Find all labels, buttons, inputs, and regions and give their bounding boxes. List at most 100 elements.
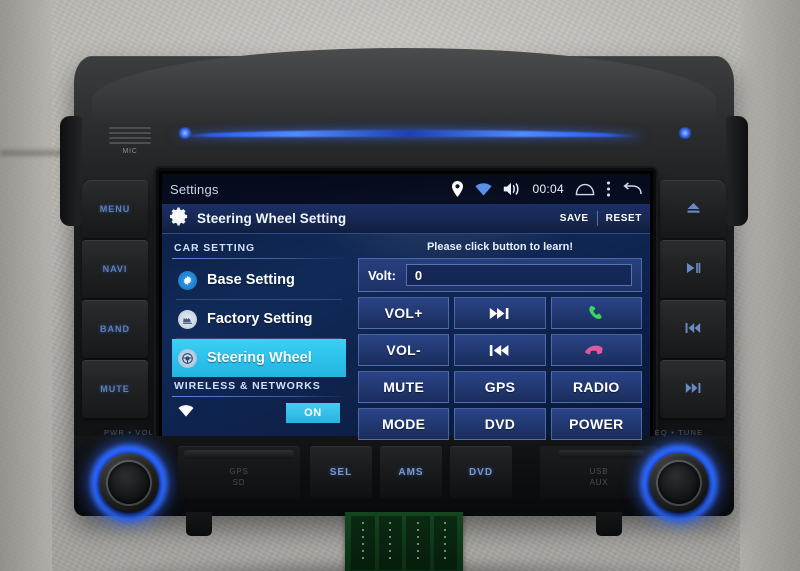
next-track-icon xyxy=(685,382,701,397)
wifi-toggle[interactable]: ON xyxy=(286,403,340,423)
overflow-menu-icon[interactable] xyxy=(606,181,611,197)
sidebar-item-label: Factory Setting xyxy=(207,311,313,327)
learn-button-grid: VOL+ VOL- MUTE GPS RADIO MODE DVD POWER xyxy=(358,297,642,440)
learn-button-gps[interactable]: GPS xyxy=(454,371,546,403)
volt-value-field[interactable]: 0 xyxy=(405,264,632,286)
location-icon xyxy=(451,181,464,197)
eq-tune-knob[interactable]: EQ • TUNE xyxy=(638,428,720,524)
hw-button-ams[interactable]: AMS xyxy=(380,446,442,498)
home-icon[interactable] xyxy=(575,183,595,196)
factory-icon xyxy=(178,309,197,329)
sidebar-section-wireless: WIRELESS & NETWORKS xyxy=(174,380,321,392)
foam-edge-left xyxy=(0,0,52,571)
status-bar-clock: 00:04 xyxy=(532,182,564,196)
gps-sd-card-slot[interactable]: GPS SD xyxy=(178,446,300,498)
learn-button-vol-up[interactable]: VOL+ xyxy=(358,297,450,329)
learn-button-previous-track[interactable] xyxy=(454,334,546,366)
sd-slot-label-line1: GPS xyxy=(229,467,249,476)
next-track-icon xyxy=(489,307,511,320)
knob-body[interactable] xyxy=(99,453,159,513)
knob-inner-cap xyxy=(108,462,150,504)
sd-slot-label: GPS SD xyxy=(178,466,300,488)
unit-side-bracket-right xyxy=(726,116,748,226)
learn-button-call-answer[interactable] xyxy=(550,297,642,329)
sidebar-item-label: Base Setting xyxy=(207,272,295,288)
status-bar-icons: 00:04 xyxy=(451,181,642,197)
hw-button-mute[interactable]: MUTE xyxy=(82,360,148,418)
sd-slot-label-line2: SD xyxy=(232,478,246,487)
sidebar-item-factory-setting[interactable]: Factory Setting xyxy=(172,300,346,338)
voltage-row: Volt: 0 xyxy=(358,258,642,292)
app-action-bar: Steering Wheel Setting SAVE RESET xyxy=(162,204,650,234)
learn-hint-text: Please click button to learn! xyxy=(426,241,574,253)
save-button[interactable]: SAVE xyxy=(560,213,589,224)
sidebar-item-label: Steering Wheel xyxy=(207,350,312,366)
hw-button-eject[interactable] xyxy=(660,180,726,238)
learn-button-dvd[interactable]: DVD xyxy=(454,408,546,440)
phone-answer-icon xyxy=(587,304,606,323)
hardware-keys-left: MENU NAVI BAND MUTE xyxy=(82,180,148,420)
learn-button-mode[interactable]: MODE xyxy=(358,408,450,440)
display-bezel: Settings 00:04 Steering Wheel Setting SA… xyxy=(156,168,656,458)
gear-icon xyxy=(178,270,197,290)
sidebar-item-base-setting[interactable]: Base Setting xyxy=(172,261,346,299)
learn-button-radio[interactable]: RADIO xyxy=(550,371,642,403)
steering-wheel-learn-panel: Please click button to learn! Volt: 0 VO… xyxy=(354,234,650,452)
learn-button-call-hangup[interactable] xyxy=(550,334,642,366)
ambient-light-left-dot xyxy=(178,127,192,139)
hw-button-navi[interactable]: NAVI xyxy=(82,240,148,298)
gear-icon xyxy=(170,206,189,231)
microphone-area: MIC xyxy=(98,124,162,155)
hardware-keys-right xyxy=(660,180,726,420)
touchscreen-display[interactable]: Settings 00:04 Steering Wheel Setting SA… xyxy=(162,174,650,452)
reset-button[interactable]: RESET xyxy=(606,213,642,224)
volume-icon xyxy=(503,182,521,196)
learn-button-power[interactable]: POWER xyxy=(550,408,642,440)
sidebar-item-wifi[interactable]: ON xyxy=(172,400,346,426)
ambient-light-right-dot xyxy=(678,127,692,139)
status-bar-title: Settings xyxy=(170,181,219,197)
knob-body[interactable] xyxy=(649,453,709,513)
learn-button-next-track[interactable] xyxy=(454,297,546,329)
steering-wheel-icon xyxy=(178,348,197,368)
pcb-connector xyxy=(378,516,402,570)
unit-top-panel xyxy=(92,48,716,124)
previous-track-icon xyxy=(489,344,511,357)
hw-button-sel[interactable]: SEL xyxy=(310,446,372,498)
learn-button-vol-down[interactable]: VOL- xyxy=(358,334,450,366)
hw-button-menu[interactable]: MENU xyxy=(82,180,148,238)
pcb-connector xyxy=(433,516,457,570)
wifi-icon xyxy=(178,404,194,422)
sidebar-section-car-setting: CAR SETTING xyxy=(174,242,256,254)
pcb-connector xyxy=(351,516,375,570)
eject-icon xyxy=(686,202,701,217)
learn-button-mute[interactable]: MUTE xyxy=(358,371,450,403)
android-status-bar: Settings 00:04 xyxy=(162,174,650,204)
action-bar-actions: SAVE RESET xyxy=(560,211,642,226)
mounting-foot-right xyxy=(596,512,622,536)
wifi-icon xyxy=(475,182,493,196)
back-icon[interactable] xyxy=(622,182,642,196)
play-pause-icon xyxy=(686,262,701,277)
previous-track-icon xyxy=(685,322,701,337)
power-volume-knob-label: PWR • VOL xyxy=(103,428,155,437)
foam-edge-right xyxy=(740,0,800,571)
microphone-label: MIC xyxy=(122,148,138,155)
hw-button-play-pause[interactable] xyxy=(660,240,726,298)
ambient-light-bar xyxy=(174,130,644,137)
action-divider xyxy=(596,211,598,226)
pcb-connector xyxy=(406,516,430,570)
power-volume-knob[interactable]: PWR • VOL xyxy=(88,428,170,524)
unit-side-bracket-left xyxy=(60,116,82,226)
volt-label: Volt: xyxy=(368,267,396,283)
pcb-connector-columns xyxy=(351,516,457,570)
sidebar-item-steering-wheel[interactable]: Steering Wheel xyxy=(172,339,346,377)
settings-body: CAR SETTING Base Setting Factory Setting… xyxy=(162,234,650,452)
hw-button-previous-track[interactable] xyxy=(660,300,726,358)
settings-sidebar: CAR SETTING Base Setting Factory Setting… xyxy=(162,234,354,452)
microphone-grille xyxy=(109,127,151,144)
eq-tune-knob-label: EQ • TUNE xyxy=(654,428,704,437)
hw-button-band[interactable]: BAND xyxy=(82,300,148,358)
hw-button-next-track[interactable] xyxy=(660,360,726,418)
hw-button-dvd[interactable]: DVD xyxy=(450,446,512,498)
